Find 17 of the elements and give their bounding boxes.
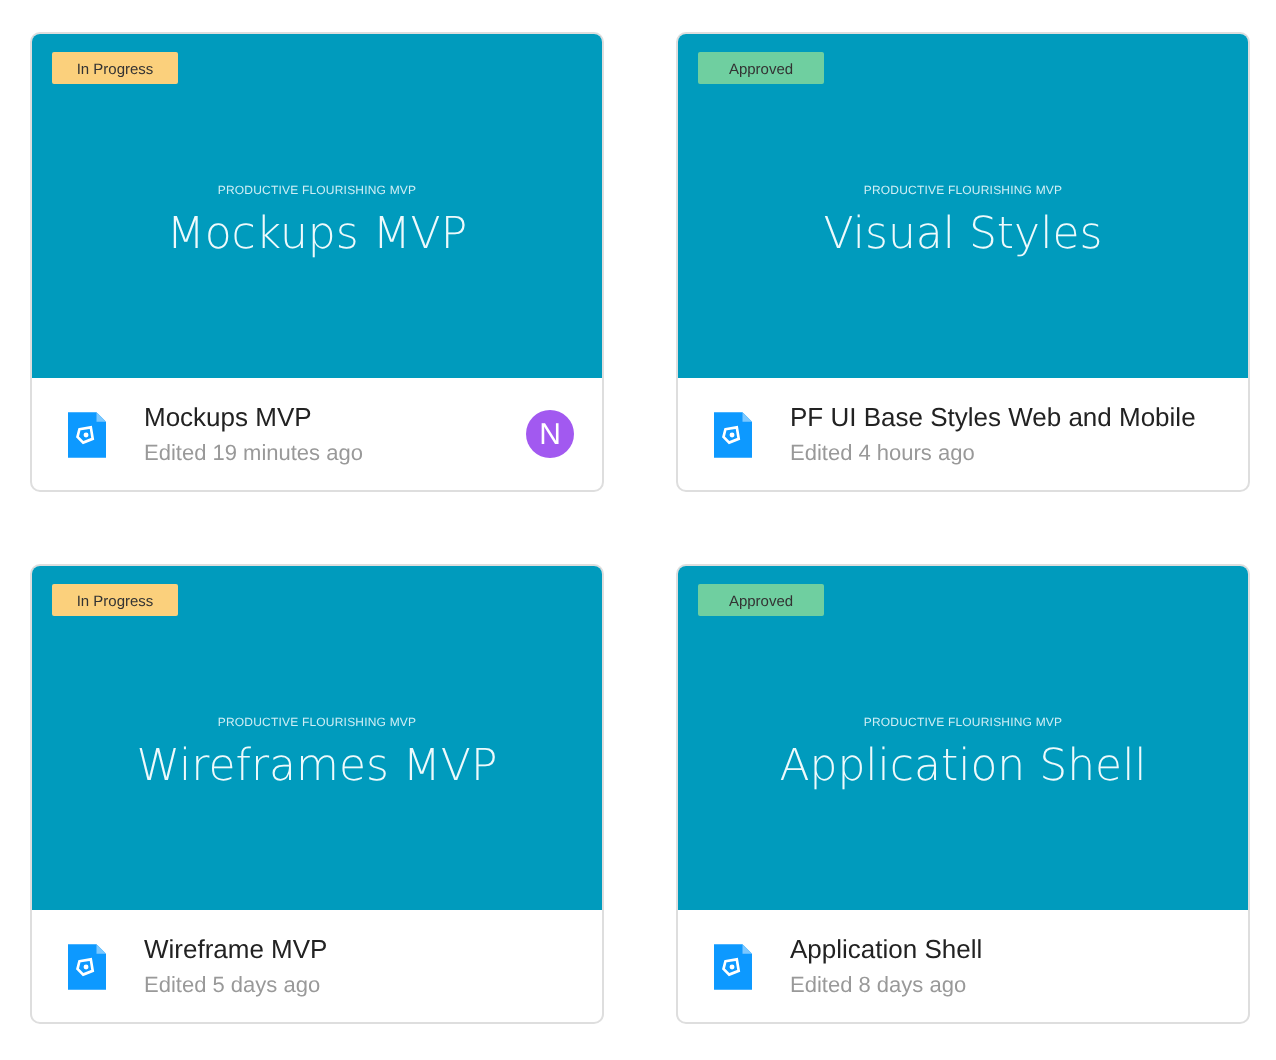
file-name[interactable]: Application Shell [790, 934, 1220, 964]
file-icon [68, 943, 106, 989]
file-name[interactable]: Wireframe MVP [144, 934, 574, 964]
thumbnail-title: Application Shell [779, 742, 1147, 792]
thumbnail-title: Mockups MVP [166, 210, 468, 260]
thumbnail-title: Wireframes MVP [136, 742, 498, 792]
file-icon [68, 411, 106, 457]
file-icon [714, 943, 752, 989]
edited-time: Edited 8 days ago [790, 974, 969, 998]
thumbnail-title: Visual Styles [823, 210, 1103, 260]
file-icon [714, 411, 752, 457]
edited-time: Edited 5 days ago [144, 974, 323, 998]
user-avatar: N [526, 410, 574, 458]
file-name[interactable]: Mockups MVP [144, 402, 488, 432]
file-name[interactable]: PF UI Base Styles Web and Mobile [790, 402, 1220, 432]
edited-time: Edited 4 hours ago [790, 442, 977, 466]
edited-time: Edited 19 minutes ago [144, 442, 365, 466]
